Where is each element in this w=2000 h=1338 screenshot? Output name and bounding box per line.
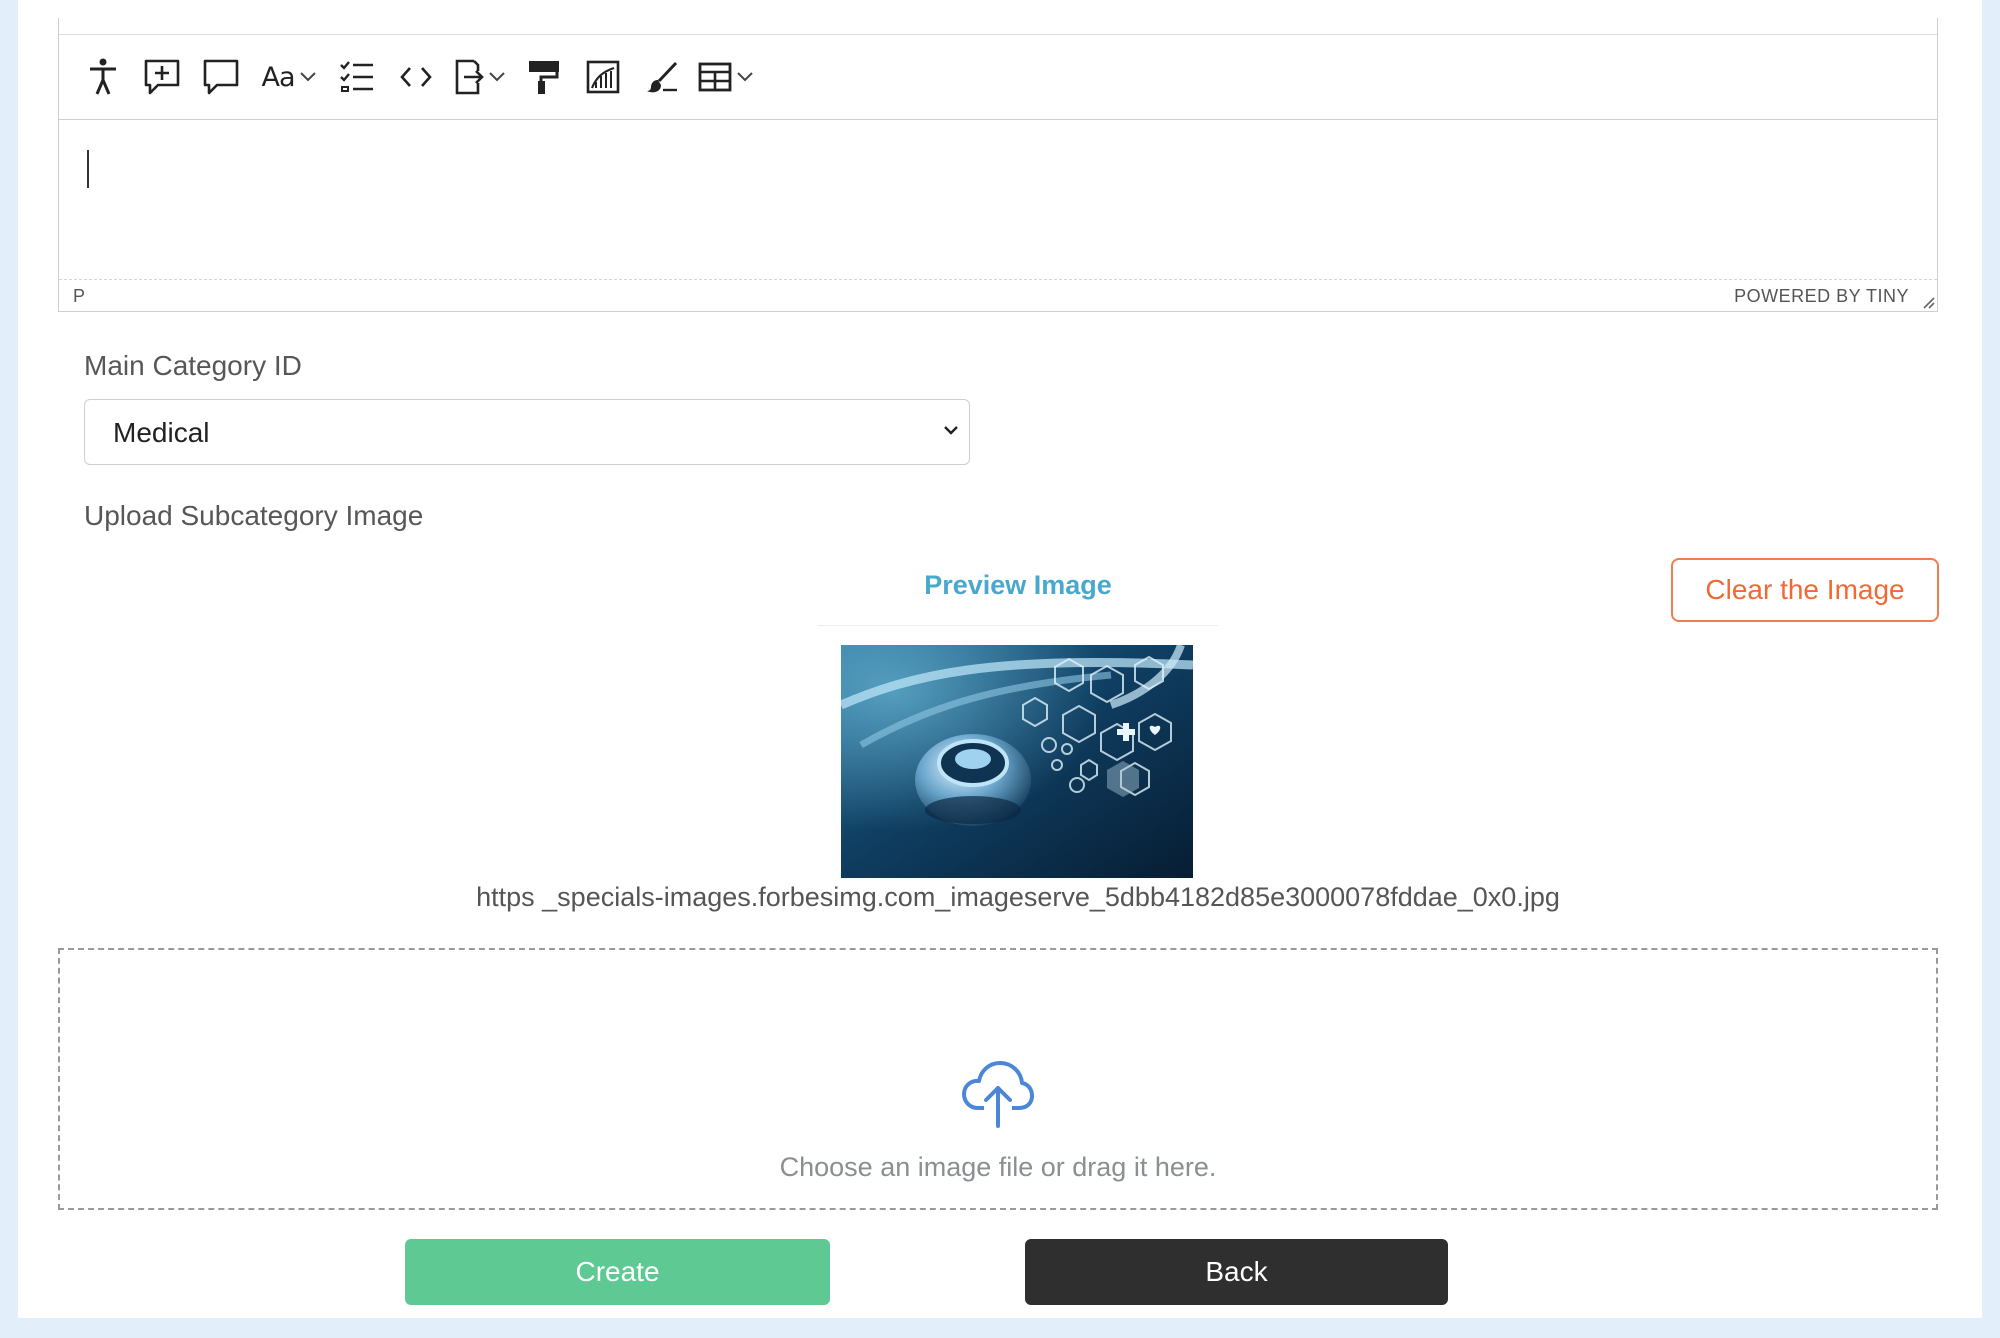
create-button[interactable]: Create [405,1239,830,1305]
editor-statusbar: P POWERED BY TINY [59,279,1937,311]
chart-icon [586,60,620,94]
brush-icon [647,61,678,93]
format-painter-icon [529,61,559,94]
comment-icon [203,59,239,95]
font-size-button[interactable]: Aa [252,49,326,105]
element-path[interactable]: P [73,286,85,307]
chevron-down-icon [299,72,316,82]
preview-image [841,645,1193,878]
chevron-down-icon [737,72,753,82]
form-panel: Aa P POWERED BY TINY Main Category ID Me… [18,0,1982,1318]
checklist-button[interactable] [329,49,385,105]
back-button[interactable]: Back [1025,1239,1448,1305]
comments-button[interactable] [193,49,249,105]
table-icon [698,62,732,92]
accessibility-button[interactable] [75,49,131,105]
accessibility-icon [90,58,116,95]
add-comment-button[interactable] [134,49,190,105]
chart-button[interactable] [575,49,631,105]
format-painter-button[interactable] [516,49,572,105]
resize-handle-icon[interactable] [1921,295,1935,309]
powered-by-link[interactable]: POWERED BY TINY [1734,286,1909,307]
source-code-button[interactable] [388,49,444,105]
clear-image-button[interactable]: Clear the Image [1671,558,1939,622]
export-icon [455,59,484,95]
source-code-icon [400,67,432,87]
chevron-down-icon [489,72,505,82]
chevron-down-icon [944,426,958,435]
main-category-value: Medical [113,417,210,448]
export-button[interactable] [447,49,513,105]
cloud-upload-icon [962,1061,1034,1128]
main-category-label: Main Category ID [84,350,302,381]
add-comment-icon [144,59,180,95]
upload-subcategory-label: Upload Subcategory Image [84,500,424,531]
brush-button[interactable] [634,49,690,105]
main-category-select[interactable]: Medical [84,399,970,465]
table-button[interactable] [693,49,759,105]
checklist-icon [340,61,373,92]
image-dropzone[interactable]: Choose an image file or drag it here. [58,948,1938,1210]
preview-divider [818,625,1218,626]
preview-image-heading: Preview Image [924,570,1112,600]
editor-content-area[interactable] [59,120,1937,298]
uploaded-file-name: https _specials-images.forbesimg.com_ima… [476,882,1560,912]
font-size-icon: Aa [261,61,295,93]
dropzone-instructions: Choose an image file or drag it here. [779,1152,1217,1182]
editor-toolbar: Aa [59,35,1937,120]
rich-text-editor: Aa P POWERED BY TINY [58,18,1938,312]
text-cursor [87,150,89,188]
